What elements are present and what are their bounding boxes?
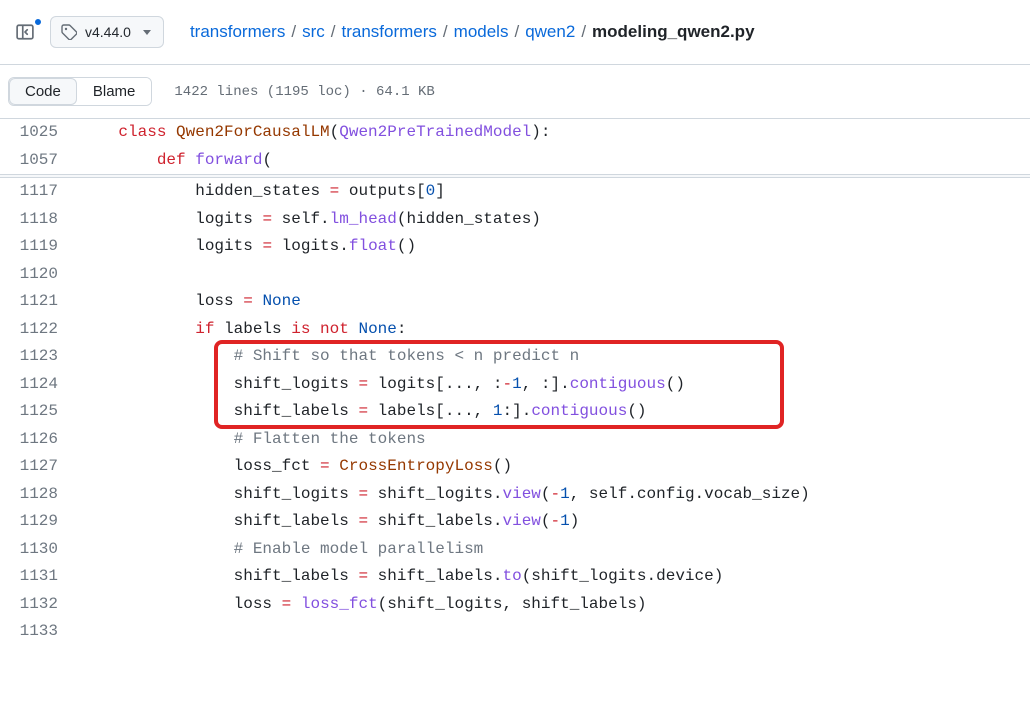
- tag-icon: [61, 24, 77, 40]
- breadcrumb-separator: /: [512, 22, 521, 42]
- line-number[interactable]: 1125: [0, 398, 80, 426]
- tab-code[interactable]: Code: [9, 78, 77, 105]
- code-line: 1119 logits = logits.float(): [0, 233, 1030, 261]
- code-source[interactable]: shift_logits = shift_logits.view(-1, sel…: [80, 481, 810, 509]
- line-number[interactable]: 1132: [0, 591, 80, 619]
- code-line: 1057 def forward(: [0, 147, 1030, 175]
- line-number[interactable]: 1120: [0, 261, 80, 289]
- code-line: 1133: [0, 618, 1030, 646]
- code-line: 1127 loss_fct = CrossEntropyLoss(): [0, 453, 1030, 481]
- breadcrumb-link[interactable]: transformers: [190, 22, 285, 42]
- breadcrumb-current: modeling_qwen2.py: [592, 22, 754, 42]
- tab-blame[interactable]: Blame: [77, 78, 152, 105]
- breadcrumb-link[interactable]: transformers: [342, 22, 437, 42]
- breadcrumb: transformers/src/transformers/models/qwe…: [190, 22, 755, 42]
- code-line: 1131 shift_labels = shift_labels.to(shif…: [0, 563, 1030, 591]
- breadcrumb-link[interactable]: models: [454, 22, 509, 42]
- line-number[interactable]: 1130: [0, 536, 80, 564]
- code-viewer: 1025 class Qwen2ForCausalLM(Qwen2PreTrai…: [0, 118, 1030, 646]
- code-source[interactable]: # Enable model parallelism: [80, 536, 483, 564]
- line-number[interactable]: 1121: [0, 288, 80, 316]
- code-line: 1123 # Shift so that tokens < n predict …: [0, 343, 1030, 371]
- code-line: 1117 hidden_states = outputs[0]: [0, 178, 1030, 206]
- line-number[interactable]: 1126: [0, 426, 80, 454]
- view-tabs: Code Blame: [8, 77, 152, 106]
- breadcrumb-link[interactable]: src: [302, 22, 325, 42]
- line-number[interactable]: 1117: [0, 178, 80, 206]
- line-number[interactable]: 1133: [0, 618, 80, 646]
- code-line: 1124 shift_logits = logits[..., :-1, :].…: [0, 371, 1030, 399]
- blue-dot-indicator: [33, 17, 43, 27]
- code-source[interactable]: loss = loss_fct(shift_logits, shift_labe…: [80, 591, 647, 619]
- code-line: 1129 shift_labels = shift_labels.view(-1…: [0, 508, 1030, 536]
- code-source[interactable]: loss_fct = CrossEntropyLoss(): [80, 453, 512, 481]
- breadcrumb-separator: /: [441, 22, 450, 42]
- code-source[interactable]: shift_labels = shift_labels.view(-1): [80, 508, 579, 536]
- chevron-down-icon: [143, 30, 151, 35]
- line-number[interactable]: 1129: [0, 508, 80, 536]
- code-line: 1125 shift_labels = labels[..., 1:].cont…: [0, 398, 1030, 426]
- code-source[interactable]: loss = None: [80, 288, 301, 316]
- code-source[interactable]: # Flatten the tokens: [80, 426, 426, 454]
- breadcrumb-separator: /: [579, 22, 588, 42]
- code-source[interactable]: def forward(: [80, 147, 272, 175]
- line-number[interactable]: 1119: [0, 233, 80, 261]
- breadcrumb-separator: /: [289, 22, 298, 42]
- file-header: v4.44.0 transformers/src/transformers/mo…: [0, 0, 1030, 65]
- code-line: 1126 # Flatten the tokens: [0, 426, 1030, 454]
- code-line: 1128 shift_logits = shift_logits.view(-1…: [0, 481, 1030, 509]
- code-toolbar: Code Blame 1422 lines (1195 loc) · 64.1 …: [0, 65, 1030, 118]
- code-line: 1120: [0, 261, 1030, 289]
- code-source[interactable]: hidden_states = outputs[0]: [80, 178, 445, 206]
- code-source[interactable]: shift_labels = shift_labels.to(shift_log…: [80, 563, 723, 591]
- code-line: 1121 loss = None: [0, 288, 1030, 316]
- line-number[interactable]: 1131: [0, 563, 80, 591]
- code-line: 1130 # Enable model parallelism: [0, 536, 1030, 564]
- line-number[interactable]: 1025: [0, 119, 80, 147]
- code-line: 1122 if labels is not None:: [0, 316, 1030, 344]
- code-line: 1132 loss = loss_fct(shift_logits, shift…: [0, 591, 1030, 619]
- code-line: 1025 class Qwen2ForCausalLM(Qwen2PreTrai…: [0, 119, 1030, 147]
- breadcrumb-separator: /: [329, 22, 338, 42]
- branch-tag-selector[interactable]: v4.44.0: [50, 16, 164, 48]
- line-number[interactable]: 1123: [0, 343, 80, 371]
- code-source[interactable]: logits = self.lm_head(hidden_states): [80, 206, 541, 234]
- code-source[interactable]: if labels is not None:: [80, 316, 406, 344]
- code-line: 1118 logits = self.lm_head(hidden_states…: [0, 206, 1030, 234]
- branch-tag-label: v4.44.0: [85, 24, 131, 40]
- line-number[interactable]: 1128: [0, 481, 80, 509]
- code-source[interactable]: shift_labels = labels[..., 1:].contiguou…: [80, 398, 647, 426]
- side-panel-toggle[interactable]: [8, 16, 42, 48]
- line-number[interactable]: 1057: [0, 147, 80, 175]
- code-source[interactable]: logits = logits.float(): [80, 233, 416, 261]
- code-source[interactable]: shift_logits = logits[..., :-1, :].conti…: [80, 371, 685, 399]
- file-info-text: 1422 lines (1195 loc) · 64.1 KB: [174, 84, 434, 100]
- breadcrumb-link[interactable]: qwen2: [525, 22, 575, 42]
- line-number[interactable]: 1122: [0, 316, 80, 344]
- line-number[interactable]: 1118: [0, 206, 80, 234]
- code-source[interactable]: # Shift so that tokens < n predict n: [80, 343, 579, 371]
- line-number[interactable]: 1124: [0, 371, 80, 399]
- line-number[interactable]: 1127: [0, 453, 80, 481]
- code-source[interactable]: class Qwen2ForCausalLM(Qwen2PreTrainedMo…: [80, 119, 550, 147]
